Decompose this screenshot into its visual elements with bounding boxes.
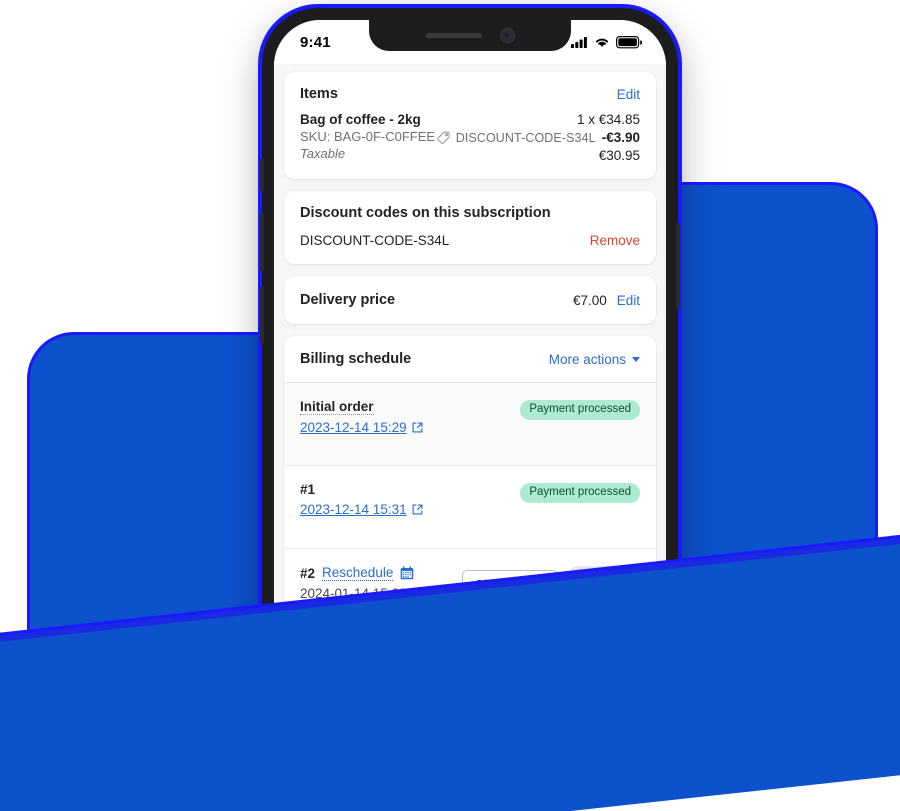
items-card-header: Items Edit xyxy=(284,72,656,110)
billing-schedule-header: Billing schedule More actions xyxy=(284,336,656,383)
status-badge: Payment processed xyxy=(520,400,640,420)
billing-row-left: Initial order 2023-12-14 15:29 xyxy=(300,399,423,435)
delivery-price-title: Delivery price xyxy=(300,292,396,308)
status-bar-clock: 9:41 xyxy=(300,33,331,51)
delivery-price-right: €7.00 Edit xyxy=(573,293,640,308)
item-pricing: 1 x €34.85 DISCOUNT-CODE-S34L -€3.90 €30… xyxy=(436,112,640,163)
delivery-price-card: Delivery price €7.00 Edit xyxy=(284,276,656,324)
item-discount-code: DISCOUNT-CODE-S34L xyxy=(455,130,596,145)
billing-row-left: #1 2023-12-14 15:31 xyxy=(300,482,423,517)
discount-code-row: DISCOUNT-CODE-S34L Remove xyxy=(284,229,656,264)
scene: 9:41 Items Edit Bag of coffee - 2kg SKU:… xyxy=(0,0,900,811)
delivery-price-value: €7.00 xyxy=(572,292,607,308)
item-details: Bag of coffee - 2kg SKU: BAG-0F-C0FFEE T… xyxy=(300,112,435,163)
calendar-icon[interactable] xyxy=(400,566,414,580)
phone-mute-switch xyxy=(260,158,264,192)
delivery-price-row: Delivery price €7.00 Edit xyxy=(284,276,656,324)
billing-row-label: #1 xyxy=(300,482,423,497)
more-actions-button[interactable]: More actions xyxy=(549,352,640,367)
items-card: Items Edit Bag of coffee - 2kg SKU: BAG-… xyxy=(284,72,656,179)
billing-row-date-link[interactable]: 2023-12-14 15:31 xyxy=(300,502,423,517)
reschedule-link[interactable]: Reschedule xyxy=(322,565,394,581)
billing-row-label: #2 Reschedule xyxy=(300,565,414,581)
items-edit-link[interactable]: Edit xyxy=(617,87,640,102)
discount-codes-title: Discount codes on this subscription xyxy=(300,205,551,221)
tag-icon xyxy=(436,131,450,144)
billing-row-number: Initial order xyxy=(300,399,374,415)
items-line-row: Bag of coffee - 2kg SKU: BAG-0F-C0FFEE T… xyxy=(284,110,656,179)
billing-schedule-row: Initial order 2023-12-14 15:29 Payment pro… xyxy=(284,383,656,466)
discount-codes-card-header: Discount codes on this subscription xyxy=(284,191,656,229)
phone-volume-up-button xyxy=(260,213,264,271)
battery-icon xyxy=(616,35,642,49)
billing-schedule-row: #1 2023-12-14 15:31 Payment processed xyxy=(284,466,656,549)
billing-row-status-group: Payment processed xyxy=(520,483,640,503)
billing-row-date-text: 2023-12-14 15:31 xyxy=(300,502,407,517)
billing-row-status-group: Payment processed xyxy=(520,400,640,420)
item-discount-amount: -€3.90 xyxy=(601,130,640,145)
discount-codes-card: Discount codes on this subscription DISC… xyxy=(284,191,656,264)
discount-code-remove-button[interactable]: Remove xyxy=(590,233,640,248)
billing-row-label: Initial order xyxy=(300,399,423,415)
external-link-icon xyxy=(412,422,423,433)
phone-volume-down-button xyxy=(260,286,264,344)
billing-row-right: Payment processed xyxy=(520,399,640,420)
wifi-icon xyxy=(594,36,610,48)
discount-code-value: DISCOUNT-CODE-S34L xyxy=(300,233,450,248)
item-discount-line: DISCOUNT-CODE-S34L -€3.90 xyxy=(436,130,640,145)
items-title: Items xyxy=(300,86,338,102)
item-sku: SKU: BAG-0F-C0FFEE xyxy=(300,129,436,144)
more-actions-label: More actions xyxy=(548,351,626,367)
delivery-price-edit-link[interactable]: Edit xyxy=(617,293,640,308)
item-taxable-label: Taxable xyxy=(300,146,346,161)
phone-power-button xyxy=(676,223,680,309)
billing-row-number: #2 xyxy=(300,565,316,581)
cellular-signal-icon xyxy=(571,36,588,48)
billing-row-date-text: 2023-12-14 15:29 xyxy=(300,420,407,435)
front-camera-icon xyxy=(499,28,515,43)
item-quantity-price: 1 x €34.85 xyxy=(576,112,640,127)
phone-notch xyxy=(369,20,571,51)
item-total: €30.95 xyxy=(598,148,640,163)
item-name: Bag of coffee - 2kg xyxy=(300,112,421,127)
billing-schedule-title: Billing schedule xyxy=(300,351,412,367)
billing-row-right: Payment processed xyxy=(520,482,640,503)
status-badge: Payment processed xyxy=(520,483,640,503)
status-bar-icons xyxy=(571,35,642,49)
chevron-down-icon xyxy=(632,356,640,362)
billing-row-number: #1 xyxy=(300,482,316,497)
billing-row-date-link[interactable]: 2023-12-14 15:29 xyxy=(300,420,423,435)
earpiece-speaker-icon xyxy=(425,33,482,38)
external-link-icon xyxy=(412,504,423,515)
